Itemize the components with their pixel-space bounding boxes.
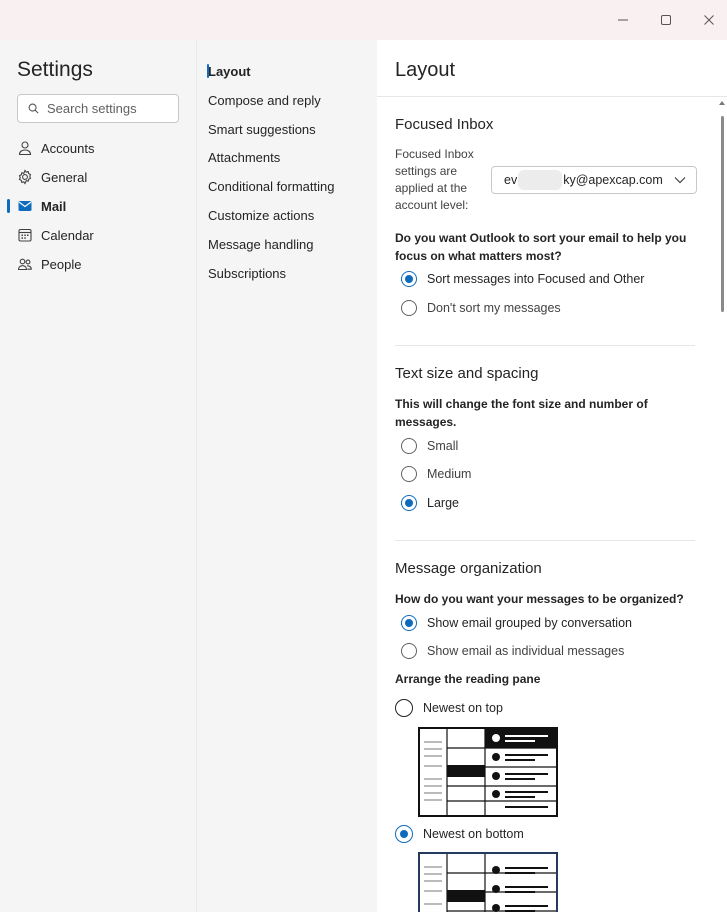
- radio-dont-sort[interactable]: Don't sort my messages: [401, 299, 561, 317]
- radio-button[interactable]: [401, 495, 417, 511]
- radio-button[interactable]: [401, 643, 417, 659]
- organization-question: How do you want your messages to be orga…: [395, 592, 684, 606]
- radio-individual-messages[interactable]: Show email as individual messages: [401, 642, 624, 660]
- sidebar-item-people[interactable]: People: [0, 253, 197, 275]
- account-note-line: Focused Inbox: [395, 147, 474, 161]
- redacted-blur: [518, 170, 563, 190]
- newest-on-top-preview[interactable]: [418, 727, 558, 817]
- reading-pane-illustration: [424, 729, 556, 815]
- radio-label: Medium: [427, 467, 472, 481]
- search-input[interactable]: [47, 101, 167, 116]
- section-divider: [395, 540, 695, 541]
- radio-button[interactable]: [401, 466, 417, 482]
- settings-panel: Layout Focused Inbox Focused Inbox setti…: [377, 40, 727, 912]
- maximize-icon[interactable]: [651, 8, 681, 32]
- focused-inbox-question: Do you want Outlook to sort your email t…: [395, 231, 687, 263]
- mail-icon: [18, 201, 32, 211]
- text-size-title: Text size and spacing: [395, 365, 539, 382]
- radio-newest-on-top[interactable]: Newest on top: [395, 699, 503, 717]
- radio-button[interactable]: [401, 438, 417, 454]
- radio-label: Newest on bottom: [423, 827, 524, 841]
- mail-subnav: Layout Compose and reply Smart suggestio…: [197, 40, 377, 912]
- active-indicator: [7, 199, 10, 213]
- subnav-item-message-handling[interactable]: Message handling: [208, 234, 314, 254]
- subnav-item-label: Smart suggestions: [208, 121, 316, 137]
- scroll-up-arrow-icon[interactable]: [719, 101, 725, 105]
- radio-button[interactable]: [401, 271, 417, 287]
- radio-large[interactable]: Large: [401, 494, 459, 512]
- subnav-item-layout[interactable]: Layout: [207, 61, 251, 81]
- sidebar-item-general[interactable]: General: [0, 166, 197, 188]
- settings-sidebar: Settings Accounts General Mail Calendar …: [0, 40, 197, 912]
- radio-label: Show email as individual messages: [427, 644, 625, 658]
- gear-icon: [18, 169, 32, 185]
- account-suffix: ky@apexcap.com: [563, 173, 663, 187]
- page-title: Layout: [395, 59, 456, 81]
- message-organization-title: Message organization: [395, 560, 542, 577]
- title-bar: [0, 0, 727, 40]
- account-note-line: applied at the: [395, 181, 468, 195]
- radio-medium[interactable]: Medium: [401, 465, 471, 483]
- sidebar-item-label: People: [41, 256, 82, 272]
- subnav-item-attachments[interactable]: Attachments: [208, 147, 280, 167]
- radio-grouped-conversation[interactable]: Show email grouped by conversation: [401, 614, 632, 632]
- radio-button[interactable]: [395, 825, 413, 843]
- sidebar-item-label: General: [41, 169, 88, 185]
- text-size-question: This will change the font size and numbe…: [395, 397, 648, 429]
- subnav-item-label: Attachments: [208, 149, 281, 165]
- section-divider: [395, 345, 695, 346]
- sidebar-item-accounts[interactable]: Accounts: [0, 137, 197, 159]
- people-icon: [17, 258, 32, 271]
- subnav-item-label: Customize actions: [208, 207, 315, 223]
- account-note-line: account level:: [395, 198, 469, 212]
- subnav-item-subscriptions[interactable]: Subscriptions: [208, 263, 286, 283]
- reading-pane-illustration: [424, 854, 556, 912]
- search-box[interactable]: [17, 94, 179, 123]
- sidebar-item-label: Accounts: [41, 140, 95, 156]
- calendar-icon: [18, 228, 32, 242]
- subnav-item-conditional-formatting[interactable]: Conditional formatting: [208, 176, 334, 196]
- radio-small[interactable]: Small: [401, 437, 458, 455]
- subnav-item-label: Layout: [208, 63, 251, 79]
- subnav-item-label: Message handling: [208, 236, 314, 252]
- account-prefix: ev: [504, 173, 518, 187]
- radio-newest-on-bottom[interactable]: Newest on bottom: [395, 825, 524, 843]
- sidebar-item-calendar[interactable]: Calendar: [0, 224, 197, 246]
- subnav-item-customize-actions[interactable]: Customize actions: [208, 205, 314, 225]
- newest-on-bottom-preview[interactable]: [418, 852, 558, 912]
- close-icon[interactable]: [694, 8, 724, 32]
- radio-sort-focused-other[interactable]: Sort messages into Focused and Other: [401, 270, 644, 288]
- reading-pane-label: Arrange the reading pane: [395, 672, 541, 686]
- radio-label: Don't sort my messages: [427, 301, 561, 315]
- account-dropdown[interactable]: ev ky@apexcap.com: [491, 166, 697, 194]
- search-icon: [28, 103, 39, 114]
- scrollbar-thumb[interactable]: [721, 116, 724, 312]
- subnav-item-smart-suggestions[interactable]: Smart suggestions: [208, 119, 316, 139]
- radio-button[interactable]: [395, 699, 413, 717]
- radio-label: Newest on top: [423, 701, 503, 715]
- chevron-down-icon: [674, 177, 686, 184]
- radio-label: Show email grouped by conversation: [427, 616, 632, 630]
- subnav-item-label: Conditional formatting: [208, 178, 335, 194]
- minimize-icon[interactable]: [608, 8, 638, 32]
- settings-title: Settings: [17, 58, 93, 81]
- account-note: Focused Inbox settings are applied at th…: [395, 146, 474, 214]
- person-icon: [18, 141, 32, 156]
- account-note-line: settings are: [395, 164, 458, 178]
- sidebar-item-label: Mail: [41, 198, 67, 214]
- radio-label: Large: [427, 496, 459, 510]
- radio-label: Sort messages into Focused and Other: [427, 272, 645, 286]
- header-divider: [377, 96, 727, 97]
- sidebar-item-label: Calendar: [41, 227, 94, 243]
- radio-button[interactable]: [401, 615, 417, 631]
- subnav-item-label: Subscriptions: [208, 265, 287, 281]
- radio-button[interactable]: [401, 300, 417, 316]
- focused-inbox-title: Focused Inbox: [395, 116, 494, 133]
- sidebar-item-mail[interactable]: Mail: [0, 195, 197, 217]
- subnav-item-compose-and-reply[interactable]: Compose and reply: [208, 90, 321, 110]
- active-indicator: [207, 64, 209, 78]
- subnav-item-label: Compose and reply: [208, 92, 321, 108]
- radio-label: Small: [427, 439, 459, 453]
